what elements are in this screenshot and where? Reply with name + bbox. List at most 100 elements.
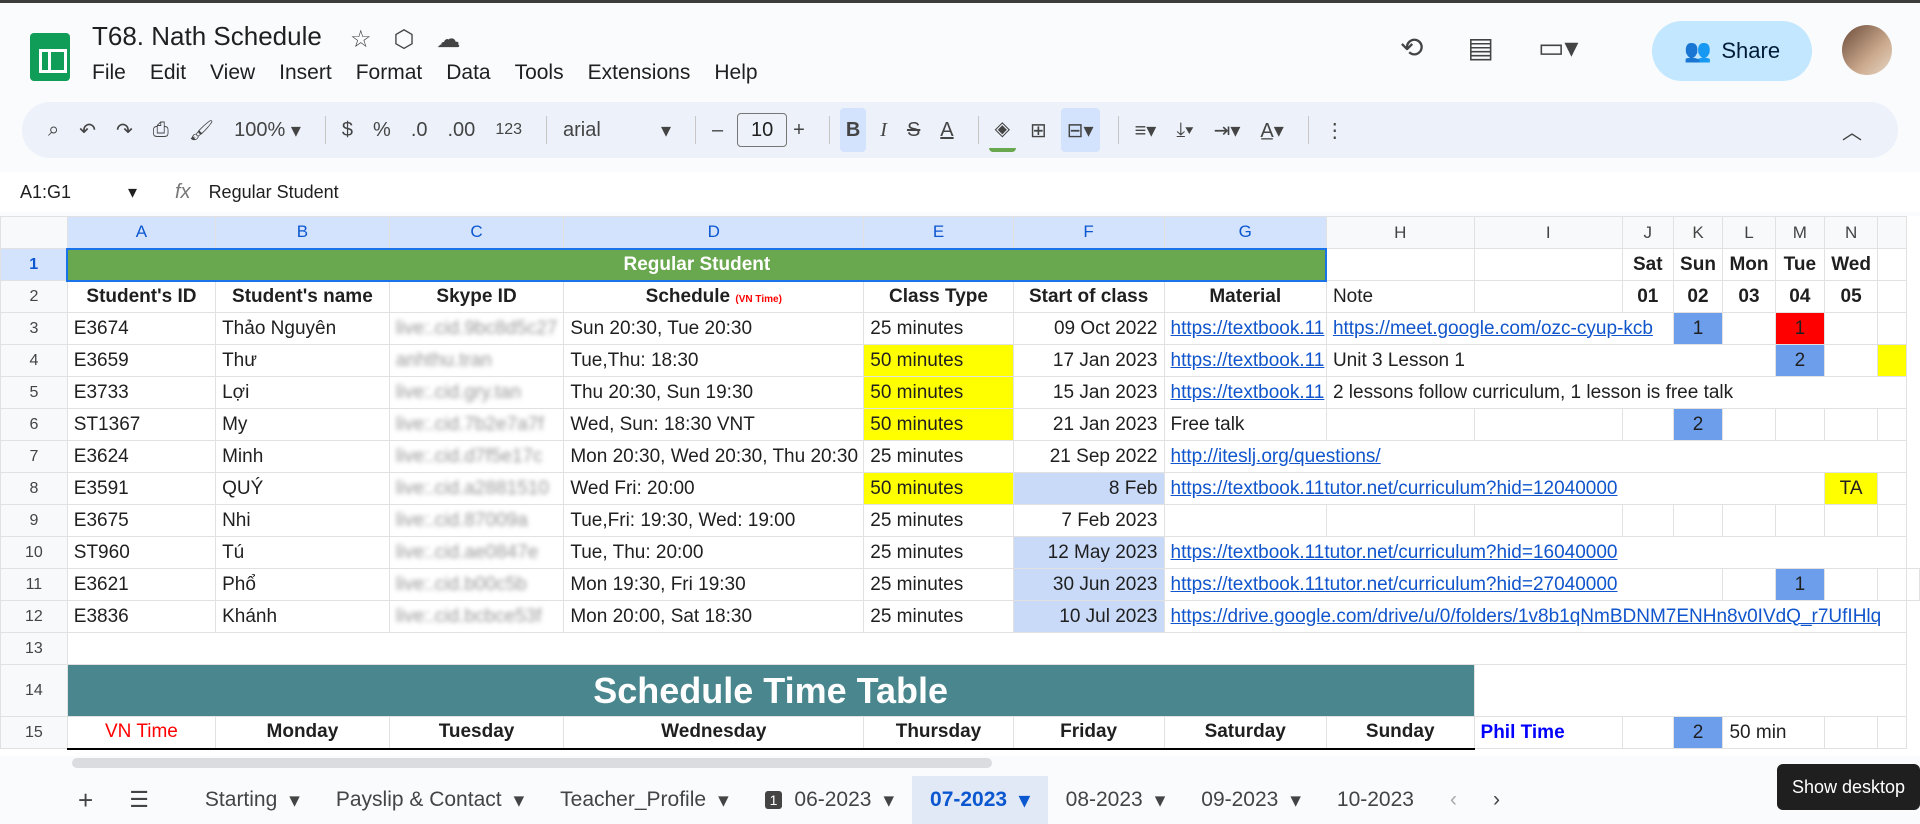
horizontal-scrollbar[interactable] xyxy=(72,758,992,768)
borders-icon[interactable]: ⊞ xyxy=(1024,108,1053,152)
cell-start-of-class[interactable]: 30 Jun 2023 xyxy=(1012,568,1165,601)
cell-class-type[interactable]: 25 minutes xyxy=(863,568,1014,601)
cell-day[interactable]: Wed xyxy=(1824,248,1878,281)
cell-header[interactable]: Class Type xyxy=(863,280,1014,313)
cell[interactable] xyxy=(1774,408,1826,441)
cell-n[interactable]: TA xyxy=(1824,472,1878,505)
cell[interactable] xyxy=(1824,568,1878,601)
cell[interactable] xyxy=(1622,716,1674,749)
cell[interactable] xyxy=(1876,716,1908,749)
font-size-input[interactable]: 10 xyxy=(737,113,788,147)
cell-schedule[interactable]: Tue, Thu: 20:00 xyxy=(563,536,865,569)
cell-class-type[interactable]: 25 minutes xyxy=(863,440,1014,473)
font-select[interactable]: arial ▾ xyxy=(557,108,677,152)
cell-l[interactable]: 1 xyxy=(1774,568,1826,601)
cell-student-name[interactable]: Tú xyxy=(215,536,390,569)
row-header[interactable]: 8 xyxy=(0,472,68,505)
cell-student-name[interactable]: QUÝ xyxy=(215,472,390,505)
cell[interactable] xyxy=(1622,408,1674,441)
cell-student-id[interactable]: ST1367 xyxy=(66,408,217,441)
row-header[interactable]: 11 xyxy=(0,568,68,601)
cell-student-name[interactable]: My xyxy=(215,408,390,441)
cell-k15[interactable]: 50 min xyxy=(1722,716,1826,749)
cell-day[interactable]: Sat xyxy=(1622,248,1674,281)
cell[interactable] xyxy=(1473,504,1624,537)
scroll-tabs-left-icon[interactable]: ‹ xyxy=(1432,776,1475,824)
cell-class-type[interactable]: 25 minutes xyxy=(863,536,1014,569)
cell-day[interactable]: Sun xyxy=(1672,248,1724,281)
cell-date[interactable]: 04 xyxy=(1774,280,1826,313)
cell-header[interactable]: Student's ID xyxy=(66,280,217,313)
column-header-j[interactable]: J xyxy=(1622,216,1674,249)
cell-material[interactable] xyxy=(1163,504,1327,537)
cell[interactable] xyxy=(1824,344,1878,377)
column-header-b[interactable]: B xyxy=(215,216,390,249)
decrease-font-size-button[interactable]: – xyxy=(706,108,729,152)
name-box[interactable]: A1:G1 ▾ xyxy=(0,182,145,203)
search-icon[interactable]: ⌕ xyxy=(42,108,65,152)
cell-start-of-class[interactable]: 09 Oct 2022 xyxy=(1012,312,1165,345)
cell-material[interactable]: https://textbook.11tutor.net/curriculum?… xyxy=(1163,472,1826,505)
cell[interactable] xyxy=(1876,248,1908,281)
move-to-folder-icon[interactable]: ⬡ xyxy=(394,25,415,54)
tab-10-2023[interactable]: 10-2023 xyxy=(1319,776,1432,824)
cell-start-of-class[interactable]: 7 Feb 2023 xyxy=(1012,504,1165,537)
cell[interactable] xyxy=(1325,504,1475,537)
row-header[interactable]: 12 xyxy=(0,600,68,633)
text-rotation-icon[interactable]: A̲▾ xyxy=(1254,108,1289,152)
scroll-tabs-right-icon[interactable]: › xyxy=(1475,776,1518,824)
cell-student-id[interactable]: E3733 xyxy=(66,376,217,409)
cell-header[interactable]: Start of class xyxy=(1012,280,1165,313)
formula-input[interactable]: Regular Student xyxy=(209,182,339,203)
row-header[interactable]: 5 xyxy=(0,376,68,409)
cell[interactable] xyxy=(1672,504,1724,537)
cell[interactable] xyxy=(1473,408,1624,441)
menu-tools[interactable]: Tools xyxy=(515,61,564,85)
cell-skype-id[interactable]: live:.cid.ae0847e xyxy=(388,536,565,569)
row-header[interactable]: 15 xyxy=(0,716,68,749)
cell[interactable] xyxy=(1876,504,1908,537)
collapse-toolbar-icon[interactable]: ︿ xyxy=(1836,108,1868,152)
cell-date[interactable]: 05 xyxy=(1824,280,1878,313)
cell[interactable] xyxy=(1473,280,1624,313)
cell-material[interactable]: https://textbook.11 xyxy=(1163,376,1327,409)
cloud-status-icon[interactable]: ☁ xyxy=(436,25,460,54)
cell-student-name[interactable]: Thảo Nguyên xyxy=(215,312,390,345)
cell[interactable] xyxy=(1824,716,1878,749)
column-header-i[interactable]: I xyxy=(1473,216,1624,249)
cell-class-type[interactable]: 50 minutes xyxy=(863,376,1014,409)
cell[interactable] xyxy=(1824,312,1878,345)
row-header[interactable]: 14 xyxy=(0,664,68,717)
add-sheet-icon[interactable]: + xyxy=(60,776,111,824)
cell-student-id[interactable]: E3674 xyxy=(66,312,217,345)
number-format-button[interactable]: 123 xyxy=(489,108,528,152)
zoom-select[interactable]: 100% ▾ xyxy=(228,108,307,152)
cell-material[interactable]: https://textbook.11 xyxy=(1163,344,1327,377)
cell-student-name[interactable]: Minh xyxy=(215,440,390,473)
cell-start-of-class[interactable]: 21 Jan 2023 xyxy=(1012,408,1165,441)
cell-class-type[interactable]: 50 minutes xyxy=(863,472,1014,505)
menu-insert[interactable]: Insert xyxy=(279,61,332,85)
column-header-a[interactable]: A xyxy=(66,216,217,249)
cell-class-type[interactable]: 25 minutes xyxy=(863,600,1014,633)
cell[interactable] xyxy=(1876,344,1908,377)
cell-student-id[interactable]: ST960 xyxy=(66,536,217,569)
cell-start-of-class[interactable]: 8 Feb xyxy=(1012,472,1165,505)
cell-skype-id[interactable]: live:.cid.9bc8d5c27 xyxy=(388,312,565,345)
row-header[interactable]: 7 xyxy=(0,440,68,473)
cell-student-id[interactable]: E3675 xyxy=(66,504,217,537)
menu-format[interactable]: Format xyxy=(356,61,423,85)
avatar[interactable] xyxy=(1842,25,1892,75)
cell-student-name[interactable]: Khánh xyxy=(215,600,390,633)
column-header-d[interactable]: D xyxy=(563,216,865,249)
timetable-title[interactable]: Schedule Time Table xyxy=(66,664,1475,717)
cell-student-id[interactable]: E3591 xyxy=(66,472,217,505)
tab-06-2023[interactable]: 1 06-2023 ▾ xyxy=(747,776,912,824)
cell-day[interactable]: Tue xyxy=(1774,248,1826,281)
menu-data[interactable]: Data xyxy=(446,61,490,85)
cell[interactable] xyxy=(1876,312,1908,345)
cell-student-name[interactable]: Thư xyxy=(215,344,390,377)
menu-help[interactable]: Help xyxy=(714,61,757,85)
cell-skype-id[interactable]: live:.cid.d7f5e17c xyxy=(388,440,565,473)
increase-font-size-button[interactable]: + xyxy=(787,108,811,152)
